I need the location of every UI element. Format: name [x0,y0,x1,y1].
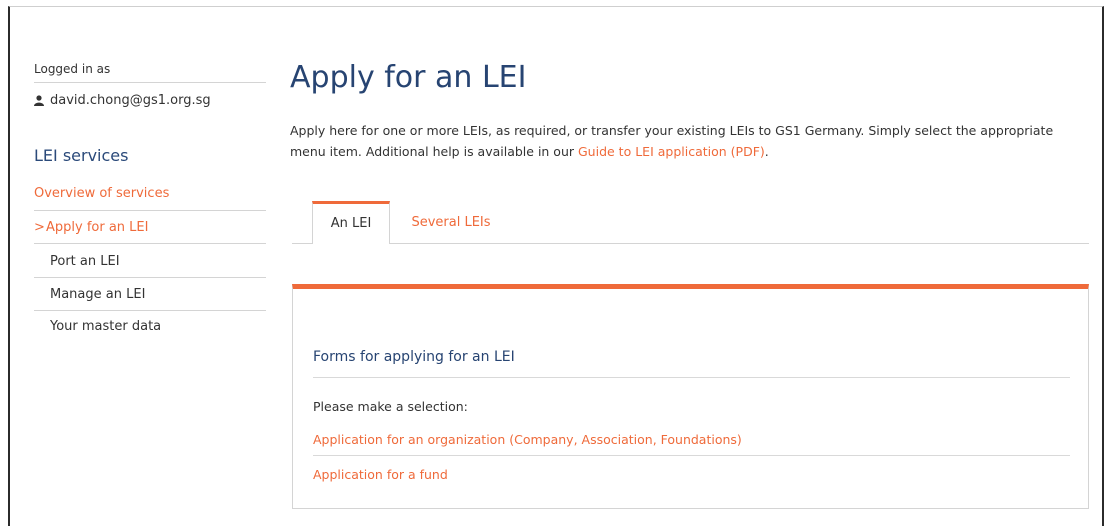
forms-panel: Forms for applying for an LEI Please mak… [292,284,1089,509]
divider [313,377,1070,378]
sidebar-item-label: Manage an LEI [50,287,146,302]
sidebar-item-apply-for-an-lei[interactable]: >Apply for an LEI [34,220,266,235]
user-email: david.chong@gs1.org.sg [50,93,211,108]
user-icon [34,95,44,106]
sidebar-item-label: Your master data [50,319,162,334]
divider [313,455,1070,456]
intro-end: . [764,144,769,159]
user-info: david.chong@gs1.org.sg [34,93,211,108]
sidebar-item-label: Port an LEI [50,254,120,269]
sidebar-item-label: Overview of services [34,186,170,201]
tab-an-lei[interactable]: An LEI [312,201,390,244]
fund-application-link[interactable]: Application for a fund [313,467,448,482]
sidebar-item-your-master-data[interactable]: Your master data [34,319,266,334]
tab-bar: An LEI Several LEIs [292,201,1089,244]
guide-pdf-link[interactable]: Guide to LEI application (PDF) [578,144,765,159]
page-title: Apply for an LEI [290,60,527,95]
chevron-right-icon: > [34,220,45,235]
logged-in-label: Logged in as [34,62,111,76]
sidebar-item-manage-an-lei[interactable]: Manage an LEI [34,287,266,302]
tab-several-leis[interactable]: Several LEIs [396,201,506,242]
panel-title: Forms for applying for an LEI [313,349,515,365]
selection-prompt: Please make a selection: [313,399,468,414]
intro-text: Apply here for one or more LEIs, as requ… [290,120,1070,162]
divider [34,310,266,311]
divider [34,210,266,211]
lei-services-heading: LEI services [34,146,129,165]
sidebar-item-port-an-lei[interactable]: Port an LEI [34,254,266,269]
sidebar-item-overview-of-services[interactable]: Overview of services [34,186,266,201]
divider [34,277,266,278]
divider [34,82,266,83]
organization-application-link[interactable]: Application for an organization (Company… [313,432,742,447]
divider [34,243,266,244]
sidebar-item-label: Apply for an LEI [46,220,149,235]
